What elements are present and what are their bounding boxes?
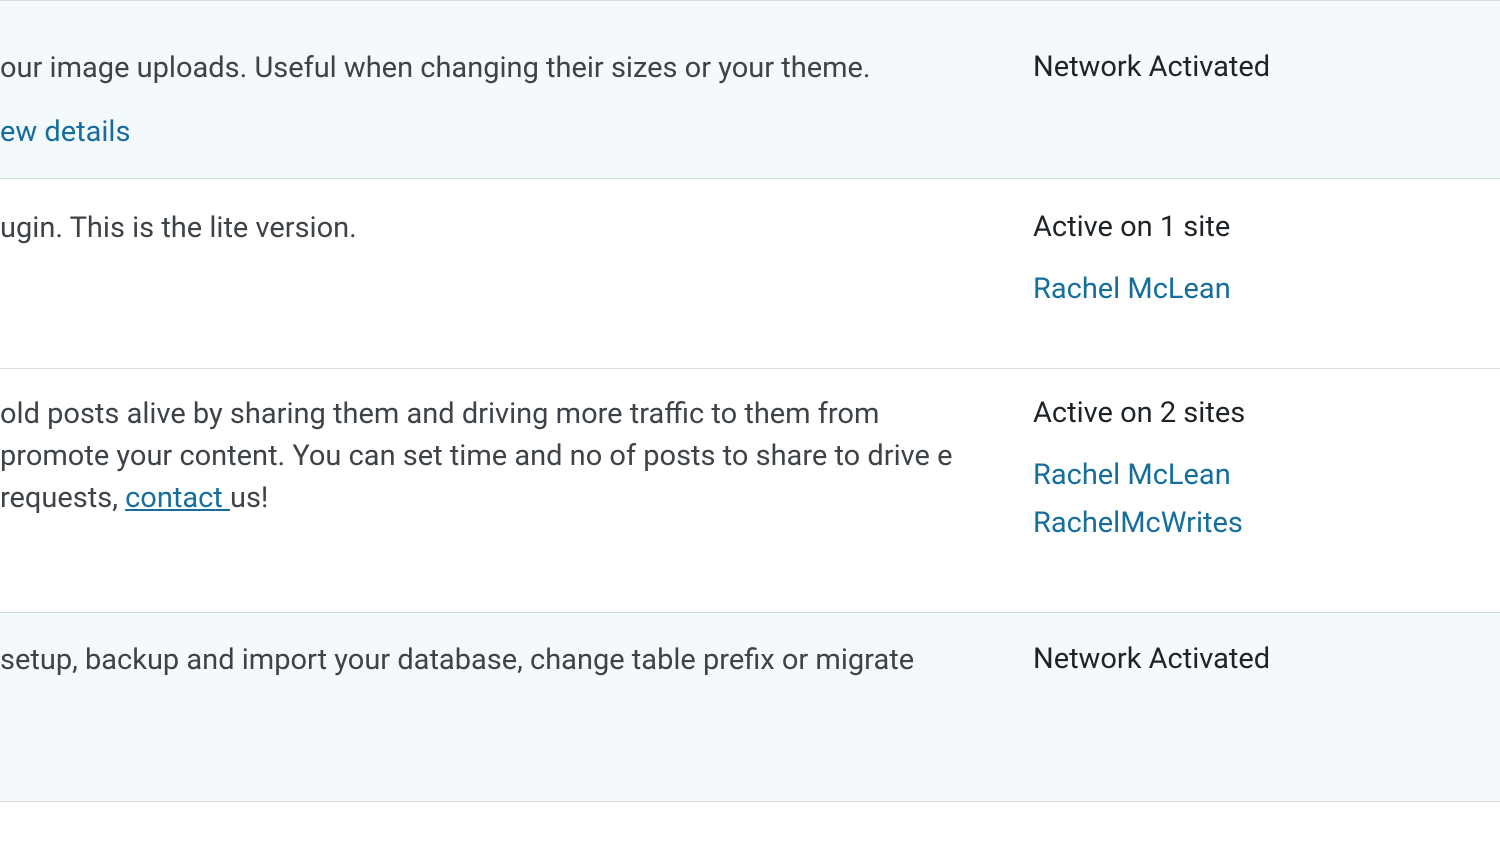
plugin-row: ugin. This is the lite version. Active o… bbox=[0, 178, 1500, 368]
plugin-description: our image uploads. Useful when changing … bbox=[0, 47, 993, 89]
plugin-description-cell: old posts alive by sharing them and driv… bbox=[0, 369, 1033, 612]
contact-link[interactable]: contact bbox=[125, 481, 230, 515]
plugin-status: Active on 2 sites bbox=[1033, 393, 1433, 434]
row-border-end bbox=[0, 801, 1500, 861]
plugin-meta: ew details bbox=[0, 115, 993, 149]
site-link[interactable]: Rachel McLean bbox=[1033, 272, 1433, 306]
plugin-description: setup, backup and import your database, … bbox=[0, 639, 993, 681]
plugin-row: setup, backup and import your database, … bbox=[0, 612, 1500, 801]
plugin-row: old posts alive by sharing them and driv… bbox=[0, 368, 1500, 612]
plugin-description-text-post: us! bbox=[230, 481, 268, 515]
plugin-status: Network Activated bbox=[1033, 639, 1433, 680]
site-link[interactable]: Rachel McLean bbox=[1033, 458, 1433, 492]
plugin-status-cell: Network Activated bbox=[1033, 613, 1453, 801]
plugin-description-cell: setup, backup and import your database, … bbox=[0, 613, 1033, 801]
site-link[interactable]: RachelMcWrites bbox=[1033, 506, 1433, 540]
plugin-description-cell: ugin. This is the lite version. bbox=[0, 179, 1033, 368]
plugin-description: ugin. This is the lite version. bbox=[0, 207, 993, 249]
plugin-status-cell: Network Activated bbox=[1033, 1, 1453, 178]
plugin-row: our image uploads. Useful when changing … bbox=[0, 0, 1500, 178]
view-details-link[interactable]: ew details bbox=[0, 115, 130, 149]
plugin-status: Network Activated bbox=[1033, 47, 1433, 88]
plugin-status-cell: Active on 2 sites Rachel McLean RachelMc… bbox=[1033, 369, 1453, 612]
plugin-status-cell: Active on 1 site Rachel McLean bbox=[1033, 179, 1453, 368]
plugin-status: Active on 1 site bbox=[1033, 207, 1433, 248]
plugin-description-cell: our image uploads. Useful when changing … bbox=[0, 1, 1033, 178]
plugin-description: old posts alive by sharing them and driv… bbox=[0, 393, 993, 519]
